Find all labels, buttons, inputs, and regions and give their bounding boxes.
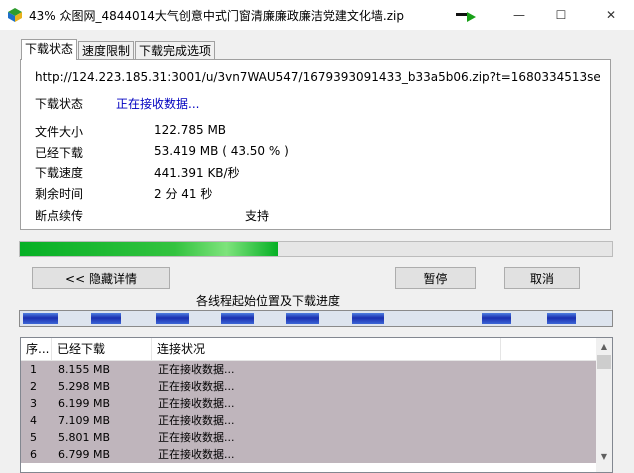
vertical-scrollbar[interactable]: ▲ ▼ bbox=[596, 338, 612, 472]
download-progress-bar bbox=[19, 241, 613, 257]
row-downloaded: 6.199 MB bbox=[58, 397, 111, 410]
row-status: 正在接收数据... bbox=[158, 363, 235, 376]
thread-segment bbox=[156, 313, 189, 324]
thread-segment bbox=[22, 313, 59, 324]
table-row[interactable]: 5 5.801 MB 正在接收数据... bbox=[21, 429, 597, 446]
cancel-button[interactable]: 取消 bbox=[504, 267, 580, 289]
row-downloaded: 8.155 MB bbox=[58, 363, 111, 376]
column-header-downloaded[interactable]: 已经下载 bbox=[52, 338, 152, 360]
minimize-button[interactable]: — bbox=[496, 0, 542, 30]
thread-segment bbox=[286, 313, 319, 324]
scrollbar-thumb[interactable] bbox=[597, 355, 611, 369]
tab-completion-options[interactable]: 下载完成选项 bbox=[135, 41, 216, 60]
row-index: 2 bbox=[30, 380, 37, 393]
row-status: 正在接收数据... bbox=[158, 431, 235, 444]
status-label: 下载状态 bbox=[35, 97, 84, 111]
thread-progress-bar bbox=[19, 310, 613, 327]
table-row[interactable]: 6 6.799 MB 正在接收数据... bbox=[21, 446, 597, 463]
window-title: 43% 众图网_4844014大气创意中式门窗清廉廉政廉洁党建文化墙.zip bbox=[29, 9, 404, 23]
row-downloaded: 5.801 MB bbox=[58, 431, 111, 444]
downloaded-value: 53.419 MB ( 43.50 % ) bbox=[154, 144, 289, 158]
tab-strip: 下载状态 速度限制 下载完成选项 bbox=[21, 39, 216, 60]
tab-speed-limit[interactable]: 速度限制 bbox=[78, 41, 135, 60]
arrow-right-icon bbox=[456, 12, 476, 22]
row-index: 1 bbox=[30, 363, 37, 376]
row-downloaded: 7.109 MB bbox=[58, 414, 111, 427]
resume-value: 支持 bbox=[245, 209, 270, 223]
row-status: 正在接收数据... bbox=[158, 380, 235, 393]
thread-progress-title: 各线程起始位置及下载进度 bbox=[196, 294, 341, 308]
row-downloaded: 6.799 MB bbox=[58, 448, 111, 461]
row-index: 5 bbox=[30, 431, 37, 444]
thread-list[interactable]: 序... 已经下载 连接状况 1 8.155 MB 正在接收数据... 2 5.298 … bbox=[20, 337, 613, 473]
row-downloaded: 5.298 MB bbox=[58, 380, 111, 393]
tab-download-status[interactable]: 下载状态 bbox=[21, 39, 78, 60]
remaining-label: 剩余时间 bbox=[35, 187, 84, 201]
table-row[interactable]: 1 8.155 MB 正在接收数据... bbox=[21, 361, 597, 378]
close-button[interactable]: ✕ bbox=[588, 0, 634, 30]
title-bar: 43% 众图网_4844014大气创意中式门窗清廉廉政廉洁党建文化墙.zip —… bbox=[0, 0, 634, 30]
hide-details-button[interactable]: << 隐藏详情 bbox=[32, 267, 170, 289]
resume-label: 断点续传 bbox=[35, 209, 84, 223]
maximize-button[interactable]: ☐ bbox=[538, 0, 584, 30]
row-index: 6 bbox=[30, 448, 37, 461]
download-url: http://124.223.185.31:3001/u/3vn7WAU547/… bbox=[35, 70, 600, 84]
status-panel: http://124.223.185.31:3001/u/3vn7WAU547/… bbox=[20, 59, 611, 230]
row-status: 正在接收数据... bbox=[158, 414, 235, 427]
downloaded-label: 已经下载 bbox=[35, 146, 84, 160]
row-index: 4 bbox=[30, 414, 37, 427]
scroll-up-icon[interactable]: ▲ bbox=[596, 338, 612, 354]
column-header-index[interactable]: 序... bbox=[21, 338, 52, 360]
table-row[interactable]: 2 5.298 MB 正在接收数据... bbox=[21, 378, 597, 395]
thread-segment bbox=[546, 313, 577, 324]
row-status: 正在接收数据... bbox=[158, 448, 235, 461]
thread-segment bbox=[481, 313, 512, 324]
scroll-down-icon[interactable]: ▼ bbox=[596, 448, 612, 464]
speed-label: 下载速度 bbox=[35, 166, 84, 180]
file-size-value: 122.785 MB bbox=[154, 123, 227, 137]
remaining-value: 2 分 41 秒 bbox=[154, 187, 213, 201]
table-row[interactable]: 4 7.109 MB 正在接收数据... bbox=[21, 412, 597, 429]
app-icon bbox=[8, 8, 22, 22]
row-index: 3 bbox=[30, 397, 37, 410]
thread-segment bbox=[351, 313, 385, 324]
row-status: 正在接收数据... bbox=[158, 397, 235, 410]
list-rows: 1 8.155 MB 正在接收数据... 2 5.298 MB 正在接收数据... 3 6.1… bbox=[21, 361, 597, 463]
table-row[interactable]: 3 6.199 MB 正在接收数据... bbox=[21, 395, 597, 412]
list-header: 序... 已经下载 连接状况 bbox=[21, 338, 597, 361]
thread-segment bbox=[91, 313, 121, 324]
progress-fill bbox=[20, 242, 278, 256]
speed-value: 441.391 KB/秒 bbox=[154, 166, 240, 180]
column-header-status[interactable]: 连接状况 bbox=[152, 338, 501, 360]
file-size-label: 文件大小 bbox=[35, 125, 84, 139]
thread-segment bbox=[221, 313, 254, 324]
status-value: 正在接收数据... bbox=[116, 97, 200, 111]
pause-button[interactable]: 暂停 bbox=[395, 267, 476, 289]
